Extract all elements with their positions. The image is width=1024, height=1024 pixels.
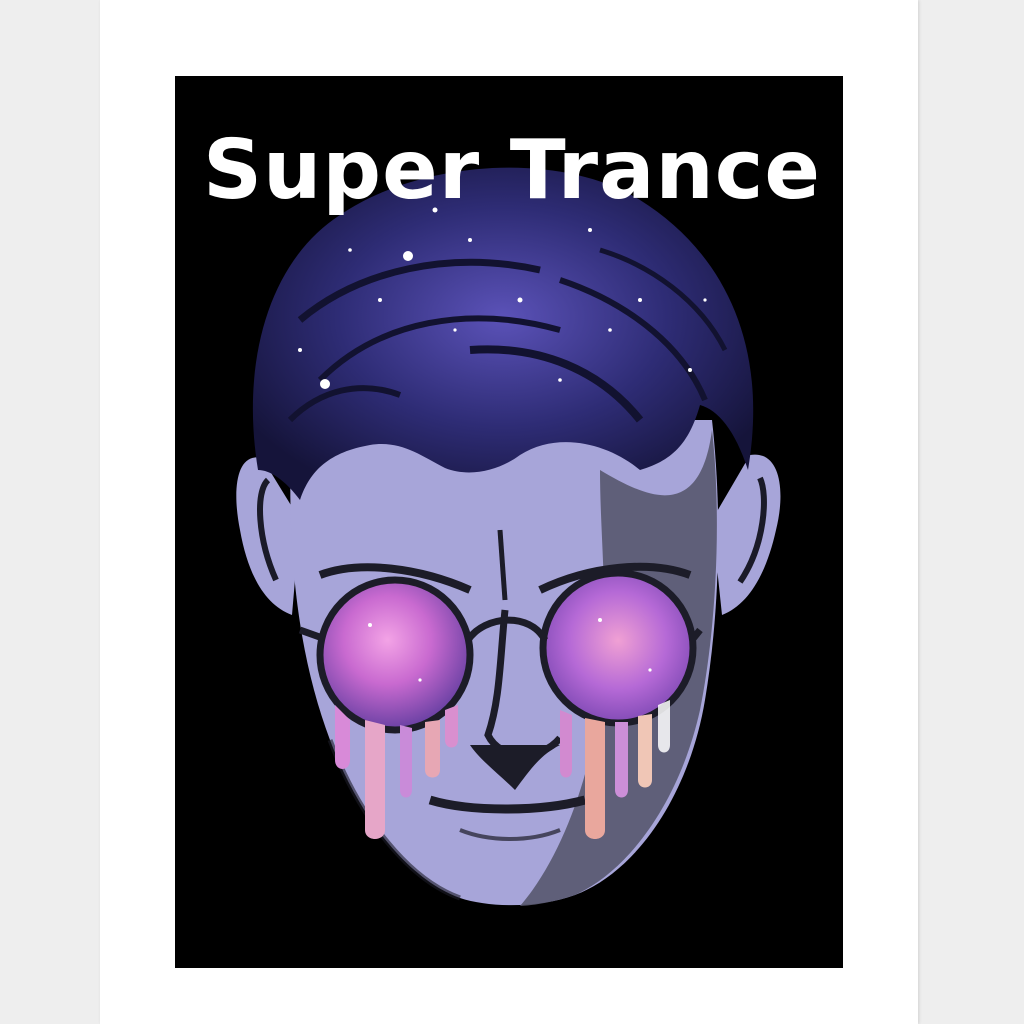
poster-title: Super Trance [202,123,822,218]
